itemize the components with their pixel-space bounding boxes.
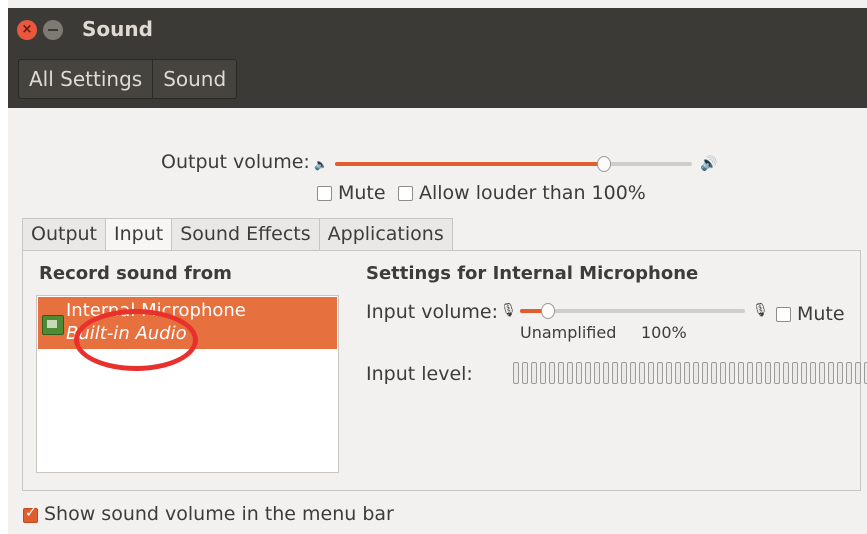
scale-100-label: 100% [641,323,687,342]
tab-input[interactable]: Input [105,218,173,250]
allow-louder-label: Allow louder than 100% [419,182,646,204]
sound-tabs: Output Input Sound Effects Applications [22,218,453,250]
microphone-high-icon: 🎙 [752,303,769,318]
show-in-menubar-label: Show sound volume in the menu bar [44,503,394,525]
input-level-segment [774,362,780,384]
input-level-segment [684,362,690,384]
speaker-low-icon: 🔈 [314,158,328,171]
output-volume-label: Output volume: [161,151,310,173]
input-device-list[interactable]: Internal Microphone Built-in Audio [36,295,339,473]
minimize-icon [48,29,58,31]
tab-applications[interactable]: Applications [318,218,453,250]
input-level-label: Input level: [366,363,473,385]
input-level-segment [810,362,816,384]
breadcrumb: All Settings Sound [18,59,238,99]
input-level-segment [801,362,807,384]
input-level-segment [513,362,519,384]
annotation-circle [74,309,198,371]
input-level-segment [540,362,546,384]
input-level-segment [729,362,735,384]
input-level-segment [756,362,762,384]
breadcrumb-sound[interactable]: Sound [152,60,236,98]
input-level-segment [837,362,843,384]
input-level-segment [603,362,609,384]
input-level-segment [522,362,528,384]
allow-louder-checkbox[interactable] [398,186,413,201]
scale-unamplified-label: Unamplified [520,323,617,342]
input-level-segment [657,362,663,384]
sound-card-icon [42,315,64,335]
input-level-segment [675,362,681,384]
output-volume-knob[interactable] [597,156,611,172]
input-level-segment [855,362,861,384]
input-level-segment [747,362,753,384]
microphone-low-icon: 🎙 [500,303,517,318]
input-level-segment [711,362,717,384]
input-level-segment [576,362,582,384]
input-level-segment [738,362,744,384]
input-mute-checkbox[interactable] [776,307,791,322]
input-level-segment [531,362,537,384]
speaker-high-icon: 🔊 [700,156,718,172]
input-level-segment [621,362,627,384]
input-level-segment [558,362,564,384]
tab-sound-effects[interactable]: Sound Effects [171,218,320,250]
input-level-segment [783,362,789,384]
breadcrumb-all-settings[interactable]: All Settings [19,60,152,98]
toolbar: All Settings Sound [8,52,867,108]
input-level-segment [693,362,699,384]
input-level-segment [828,362,834,384]
input-level-segment [630,362,636,384]
tab-output[interactable]: Output [22,218,106,250]
input-volume-label: Input volume: [366,301,499,323]
input-level-segment [702,362,708,384]
input-level-segment [567,362,573,384]
input-level-segment [648,362,654,384]
window-frame [0,0,8,534]
close-button[interactable]: × [17,20,37,40]
input-volume-knob[interactable] [541,303,555,319]
output-volume-fill [335,162,603,166]
input-level-segment [585,362,591,384]
output-mute-checkbox[interactable] [317,186,332,201]
input-level-segment [819,362,825,384]
input-level-segment [549,362,555,384]
input-level-meter [513,362,867,384]
show-in-menubar-checkbox[interactable]: ✓ [23,505,38,523]
input-level-segment [765,362,771,384]
window-title: Sound [82,17,153,41]
input-level-segment [666,362,672,384]
input-level-segment [792,362,798,384]
minimize-button[interactable] [43,20,63,40]
input-level-segment [594,362,600,384]
title-bar: × Sound [8,8,867,52]
input-level-segment [846,362,852,384]
input-level-segment [639,362,645,384]
settings-heading: Settings for Internal Microphone [366,263,699,284]
close-icon: × [21,22,33,37]
input-level-segment [720,362,726,384]
input-level-segment [612,362,618,384]
record-sound-heading: Record sound from [39,263,232,284]
input-mute-label: Mute [797,303,845,325]
sound-content: Output volume: 🔈 🔊 Mute Allow louder tha… [8,108,867,534]
output-mute-label: Mute [338,182,386,204]
